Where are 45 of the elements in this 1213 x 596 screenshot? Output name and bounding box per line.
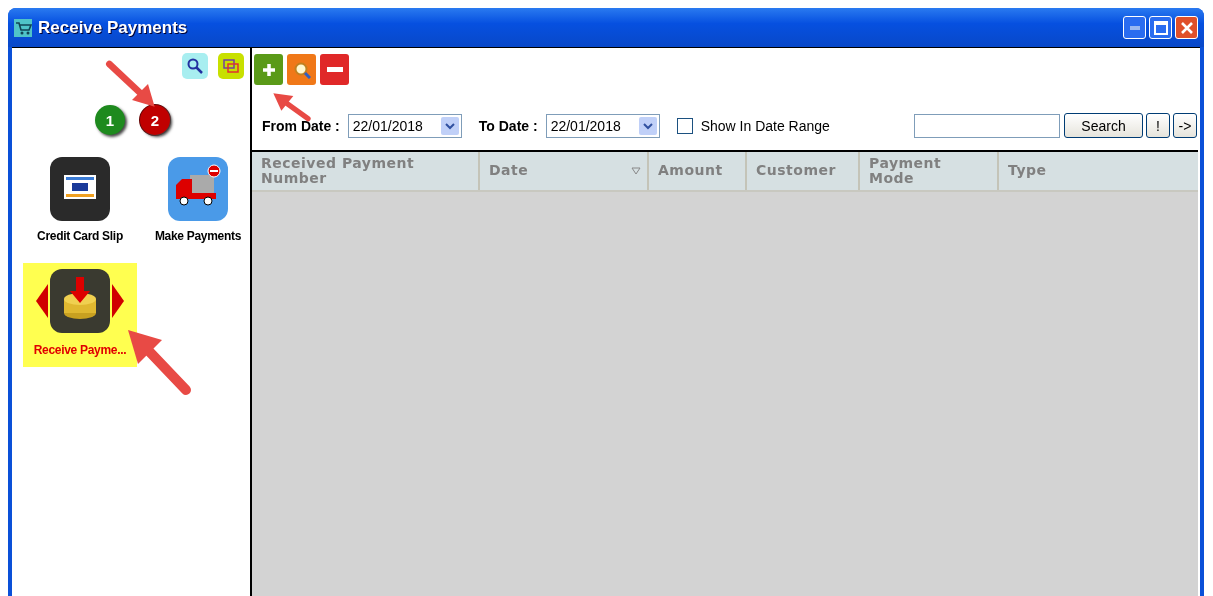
magnifier-icon [292, 60, 311, 79]
maximize-button[interactable] [1149, 16, 1172, 39]
module-label: Make Payments [154, 229, 242, 243]
cart-icon [14, 18, 32, 37]
dropdown-icon [440, 116, 459, 135]
search-button[interactable]: Search [1064, 113, 1143, 138]
dropdown-icon [638, 116, 657, 135]
module-tile[interactable]: Make Payments [141, 155, 255, 253]
maximize-icon [1153, 20, 1168, 35]
left-arrow-icon [36, 284, 48, 318]
checkbox-label: Show In Date Range [700, 117, 830, 134]
minimize-icon [1129, 25, 1140, 30]
page-button[interactable]: 2 [140, 105, 170, 135]
plus-icon [261, 62, 276, 77]
to-date-label: To Date : [478, 117, 538, 134]
credit-card-icon [50, 157, 110, 221]
search-icon [187, 58, 203, 74]
add-button[interactable] [254, 54, 283, 85]
module-label: Credit Card Slip [37, 229, 123, 243]
window-title: Receive Payments [38, 17, 188, 38]
checkbox[interactable] [676, 117, 693, 134]
sort-icon [631, 167, 641, 175]
page-button[interactable]: 1 [95, 105, 125, 135]
right-arrow-icon [112, 284, 124, 318]
minus-icon [326, 66, 343, 73]
find-button[interactable] [287, 54, 316, 85]
minimize-button[interactable] [1123, 16, 1146, 39]
module-tile[interactable]: Receive Payme... [23, 263, 137, 367]
remove-button[interactable] [320, 54, 349, 85]
arrow-annotation [272, 92, 312, 122]
module-label: Receive Payme... [33, 343, 127, 357]
search-field[interactable] [914, 113, 1060, 138]
to-date-picker[interactable]: 22/01/2018 [545, 113, 660, 138]
truck-icon [168, 157, 228, 221]
search-button[interactable] [182, 53, 208, 79]
close-button[interactable] [1175, 16, 1198, 39]
windows-icon [223, 59, 239, 73]
windows-button[interactable] [218, 53, 244, 79]
coins-icon [50, 269, 110, 333]
close-icon [1179, 20, 1194, 35]
module-tile[interactable]: Credit Card Slip [23, 155, 137, 253]
toolbar-button[interactable]: -> [1173, 113, 1197, 138]
from-date-label: From Date : [262, 117, 340, 134]
toolbar-button[interactable]: ! [1146, 113, 1170, 138]
from-date-picker[interactable]: 22/01/2018 [347, 113, 462, 138]
